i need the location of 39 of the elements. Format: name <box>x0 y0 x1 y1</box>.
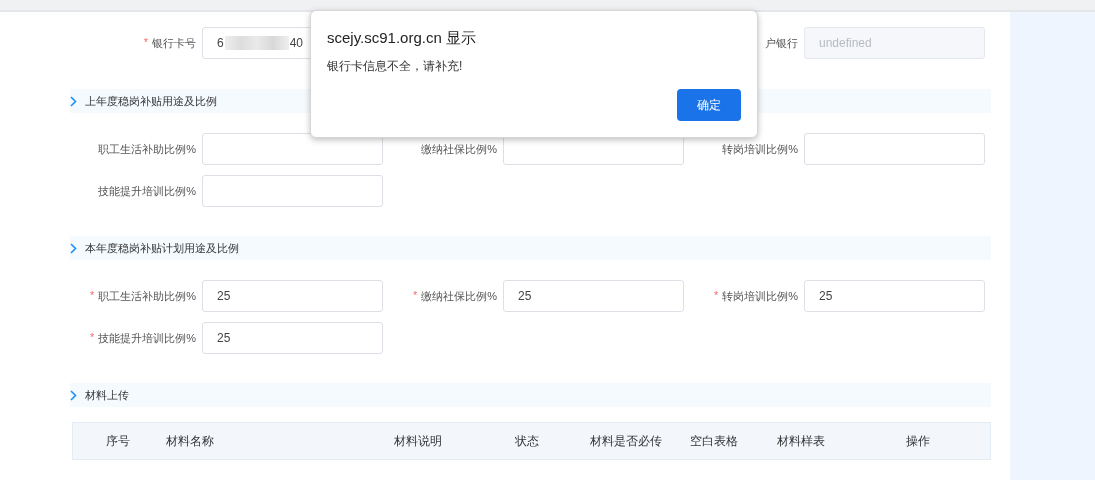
chevron-icon <box>70 242 77 254</box>
column-header: 材料是否必传 <box>589 432 663 450</box>
column-header: 材料名称 <box>165 432 215 450</box>
required-mark: * <box>412 288 418 303</box>
input-field[interactable] <box>804 133 985 165</box>
field-label: 职工生活补助比例% <box>98 288 196 304</box>
required-mark: * <box>713 288 719 303</box>
column-header: 材料样表 <box>776 432 826 450</box>
field-label: 技能提升培训比例% <box>98 330 196 346</box>
column-header: 序号 <box>105 432 131 450</box>
required-mark: * <box>89 330 95 345</box>
section-title: 上年度稳岗补贴用途及比例 <box>85 93 217 109</box>
section-title: 材料上传 <box>85 387 129 403</box>
chevron-icon <box>70 95 77 107</box>
field-label: 技能提升培训比例% <box>98 183 196 199</box>
input-field[interactable]: 25 <box>503 280 684 312</box>
input-field[interactable]: 25 <box>202 280 383 312</box>
field-label: 转岗培训比例% <box>722 288 798 304</box>
column-header: 状态 <box>514 432 540 450</box>
field-label: 转岗培训比例% <box>722 141 798 157</box>
ok-button[interactable]: 确定 <box>677 89 741 121</box>
field-label: 银行卡号 <box>152 35 196 51</box>
column-header: 材料说明 <box>393 432 443 450</box>
column-header: 操作 <box>905 432 931 450</box>
section-title: 本年度稳岗补贴计划用途及比例 <box>85 240 239 256</box>
input-field: undefined <box>804 27 985 59</box>
input-field[interactable] <box>202 133 383 165</box>
field-label: 职工生活补助比例% <box>98 141 196 157</box>
required-mark: * <box>89 288 95 303</box>
column-header: 空白表格 <box>688 432 739 450</box>
input-field[interactable] <box>202 175 383 207</box>
input-field[interactable]: 25 <box>804 280 985 312</box>
required-mark: * <box>143 35 148 50</box>
chevron-icon <box>70 389 77 401</box>
dialog-message: 银行卡信息不全，请补充! <box>327 58 464 75</box>
input-field[interactable]: 25 <box>202 322 383 354</box>
field-label: 缴纳社保比例% <box>421 141 497 157</box>
field-label: 缴纳社保比例% <box>421 288 497 304</box>
field-label: 户银行 <box>765 35 798 51</box>
